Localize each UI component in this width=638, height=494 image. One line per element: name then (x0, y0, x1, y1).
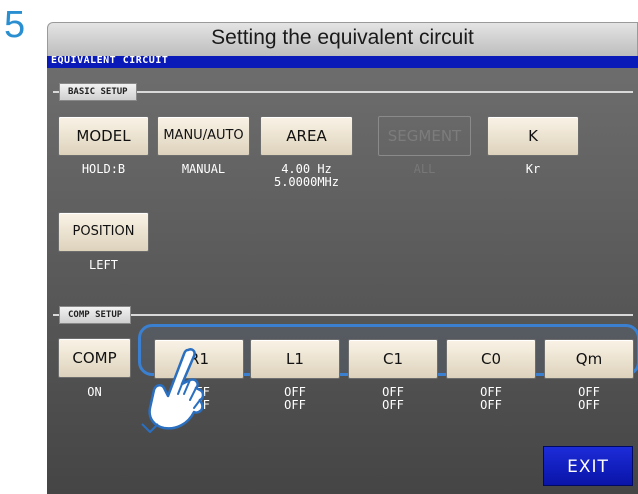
exit-button[interactable]: EXIT (543, 446, 633, 486)
area-value: 4.00 Hz 5.0000MHz (273, 162, 340, 189)
c1-value: OFF OFF (382, 385, 404, 412)
segment-value: ALL (413, 162, 436, 176)
comp-button[interactable]: COMP (58, 338, 131, 378)
qm-value: OFF OFF (578, 385, 600, 412)
manu-auto-value: MANUAL (181, 162, 226, 176)
c0-button[interactable]: C0 (446, 339, 536, 379)
step-number: 5 (4, 4, 26, 46)
basic-setup-label: BASIC SETUP (59, 83, 137, 101)
comp-setup-label: COMP SETUP (59, 306, 132, 324)
area-button[interactable]: AREA (260, 116, 353, 156)
instruction-banner: Setting the equivalent circuit (47, 22, 638, 56)
l1-value: OFF OFF (284, 385, 306, 412)
comp-setup-divider (53, 314, 633, 316)
screen-title-bar: EQUIVALENT CIRCUIT (47, 56, 638, 68)
k-value: Kr (525, 162, 541, 176)
screen-title: EQUIVALENT CIRCUIT (51, 56, 169, 66)
comp-value: ON (87, 385, 102, 399)
c1-button[interactable]: C1 (348, 339, 438, 379)
banner-title: Setting the equivalent circuit (211, 26, 474, 49)
device-screen: EQUIVALENT CIRCUIT BASIC SETUP MODEL HOL… (47, 56, 638, 494)
position-value: LEFT (89, 258, 118, 272)
basic-setup-divider (53, 91, 633, 93)
position-button[interactable]: POSITION (58, 212, 149, 252)
k-button[interactable]: K (487, 116, 579, 156)
pointing-hand-icon (141, 348, 205, 433)
c0-value: OFF OFF (480, 385, 502, 412)
l1-button[interactable]: L1 (250, 339, 340, 379)
model-button[interactable]: MODEL (58, 116, 149, 156)
segment-button: SEGMENT (378, 116, 471, 156)
manu-auto-button[interactable]: MANU/AUTO (157, 116, 250, 156)
qm-button[interactable]: Qm (544, 339, 634, 379)
model-value: HOLD:B (81, 162, 126, 176)
